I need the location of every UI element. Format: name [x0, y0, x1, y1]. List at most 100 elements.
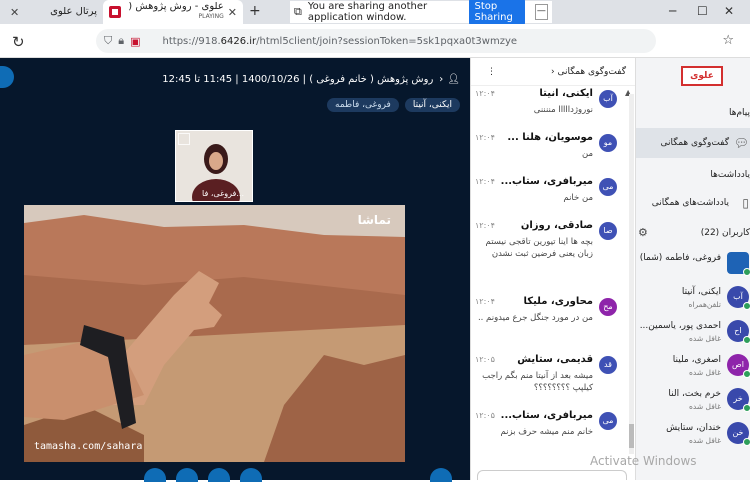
gear-icon[interactable]: ⚙ — [638, 226, 648, 239]
scroll-thumb[interactable] — [629, 424, 634, 448]
avatar: می — [599, 178, 617, 196]
chat-scrollbar[interactable] — [629, 94, 634, 454]
stop-sharing-button[interactable]: Stop Sharing — [469, 0, 525, 26]
avatar: قد — [599, 356, 617, 374]
talking-chip[interactable]: ایکنی، آنیتا — [404, 98, 460, 112]
video-brand: تماشا — [357, 213, 391, 227]
video-frame — [24, 205, 405, 462]
meeting-header: 👤︎ ‹ روش پژوهش ( خانم فروغی ) | 1400/10/… — [100, 70, 460, 88]
user-list-item[interactable]: فروغی، فاطمه (شما) — [636, 248, 750, 282]
playing-label: PLAYING — [198, 13, 224, 20]
logo: علوی — [681, 66, 723, 86]
user-status: غافل شده — [688, 368, 721, 377]
message-text: من — [581, 149, 593, 159]
tab-title: علوی - روش پژوهش ( خانم فروی... PLAYING — [125, 2, 224, 22]
status-dot — [743, 268, 750, 276]
url-text: https://918.6426.ir/html5client/join?ses… — [162, 35, 518, 47]
meeting-title: روش پژوهش ( خانم فروغی ) | 1400/10/26 | … — [162, 73, 434, 85]
message-author: ایکنی، آنیتا — [539, 88, 593, 99]
video-url: tamasha.com/sahara — [34, 441, 143, 452]
message-author: محاوری، ملیکا — [523, 296, 594, 307]
reload-icon[interactable]: ↻ — [12, 33, 25, 51]
minimize-button[interactable]: ─ — [669, 4, 676, 18]
message-time: ۱۲:۰۵ — [475, 355, 495, 364]
avatar: می — [599, 412, 617, 430]
user-list-item[interactable]: آب ایکنی، آنیتا تلفن‌همراه — [636, 282, 750, 316]
info-icon: ⧉ — [294, 5, 302, 18]
webcam-thumbnail[interactable]: فروغی، فا... — [175, 130, 253, 215]
browser-tab-bar: ✕ پرتال علوی علوی - روش پژوهش ( خانم فرو… — [0, 0, 750, 26]
lock-icon[interactable]: 🔒︎ — [118, 34, 124, 48]
user-status: غافل شده — [688, 436, 721, 445]
chat-bubble-icon: 💬︎ — [733, 136, 749, 150]
user-list-item[interactable]: خر خرم بخت، النا غافل شده — [636, 384, 750, 418]
user-list-item[interactable]: اح احمدی پور، یاسمین... غافل شده — [636, 316, 750, 350]
messages-heading: پیام‌ها — [728, 108, 750, 118]
user-name: ایکنی، آنیتا — [681, 287, 721, 297]
sharing-bar: ⧉ You are sharing another application wi… — [290, 0, 552, 26]
hide-sharing-button[interactable]: — — [534, 4, 549, 20]
user-status: غافل شده — [688, 334, 721, 343]
user-list-item[interactable]: خن خندان، ستایش غافل شده — [636, 418, 750, 452]
note-icon: ▯ — [742, 196, 749, 210]
message-time: ۱۲:۰۴ — [475, 89, 495, 98]
recording-icon — [109, 6, 121, 18]
tab-title: پرتال علوی — [50, 7, 97, 17]
more-options-icon[interactable]: ⋮ — [487, 67, 496, 77]
status-dot — [743, 370, 750, 378]
status-dot — [743, 438, 750, 446]
chat-panel: ⋮ گفت‌وگوی همگانی ‹ آب ایکنی، آنیتا ۱۲:۰۴ ن… — [470, 58, 636, 480]
talking-chip[interactable]: فروغی، فاطمه — [327, 98, 399, 112]
close-tab-icon[interactable]: ✕ — [228, 6, 237, 19]
address-bar: ↻ ⛉ 🔒︎ ▣ https://918.6426.ir/html5client… — [0, 24, 750, 58]
message-text: خانم منم میشه حرف بزنم — [500, 427, 593, 437]
message-time: ۱۲:۰۴ — [475, 133, 495, 142]
tab-meeting[interactable]: علوی - روش پژوهش ( خانم فروی... PLAYING … — [103, 0, 243, 24]
user-name: احمدی پور، یاسمین... — [639, 321, 721, 331]
avatar: مح — [599, 298, 617, 316]
speaker-name: فروغی، فا... — [202, 189, 244, 198]
user-icon[interactable]: 👤︎ — [447, 74, 460, 85]
message-author: موسویان، هلنا ... — [507, 132, 593, 143]
status-dot — [743, 336, 750, 344]
user-name: فروغی، فاطمه (شما) — [639, 253, 721, 263]
public-chat-item[interactable]: 💬︎ گفت‌وگوی همگانی — [636, 128, 750, 158]
recording-icon: ▣ — [130, 34, 141, 48]
new-tab-button[interactable]: + — [249, 3, 261, 19]
shared-notes-item[interactable]: ▯ یادداشت‌های همگانی — [636, 188, 750, 218]
message-list: آب ایکنی، آنیتا ۱۲:۰۴ نوروژدااااا مننننی مو م… — [471, 88, 629, 480]
shield-icon[interactable]: ⛉ — [104, 34, 112, 48]
user-list-panel: علوی پیام‌ها 💬︎ گفت‌وگوی همگانی یادداشت‌… — [635, 58, 750, 480]
sharing-text: You are sharing another application wind… — [307, 1, 428, 23]
user-name: اصغری، ملینا — [672, 355, 721, 365]
tab-portal[interactable]: ✕ پرتال علوی — [0, 0, 103, 24]
users-heading: کاربران (22) — [700, 228, 750, 238]
message-time: ۱۲:۰۴ — [475, 177, 495, 186]
avatar: صا — [599, 222, 617, 240]
user-status: غافل شده — [688, 402, 721, 411]
actions-menu-button[interactable] — [0, 66, 14, 88]
message-author: میربافری، ستاب... — [500, 176, 593, 187]
close-tab-icon[interactable]: ✕ — [10, 6, 19, 19]
user-name: خرم بخت، النا — [668, 389, 721, 399]
activate-windows-watermark: Activate Windows — [590, 454, 697, 468]
bookmark-star-icon[interactable]: ☆ — [722, 33, 734, 48]
fullscreen-icon[interactable] — [178, 133, 190, 145]
chat-title: گفت‌وگوی همگانی ‹ — [551, 66, 626, 77]
meeting-area: 👤︎ ‹ روش پژوهش ( خانم فروغی ) | 1400/10/… — [0, 58, 470, 482]
message-time: ۱۲:۰۴ — [475, 221, 495, 230]
chat-input[interactable] — [477, 470, 627, 480]
message-text: نوروژدااااا مننننی — [533, 105, 593, 115]
message-text: بچه ها اینا تیورین تاقجی نیستم زبان یعنی… — [485, 237, 593, 259]
chevron-left-icon[interactable]: ‹ — [439, 74, 443, 85]
close-window-button[interactable]: ✕ — [724, 4, 734, 18]
message-time: ۱۲:۰۵ — [475, 411, 495, 420]
maximize-button[interactable]: ☐ — [697, 4, 708, 18]
user-list-item[interactable]: اص اصغری، ملینا غافل شده — [636, 350, 750, 384]
message-text: من خانم — [563, 193, 593, 203]
status-dot — [743, 404, 750, 412]
status-dot — [743, 302, 750, 310]
message-text: من در مورد جنگل جرع میدونم .. — [477, 313, 593, 323]
url-field[interactable]: ⛉ 🔒︎ ▣ https://918.6426.ir/html5client/j… — [96, 29, 656, 53]
notes-heading: یادداشت‌ها — [710, 170, 750, 180]
